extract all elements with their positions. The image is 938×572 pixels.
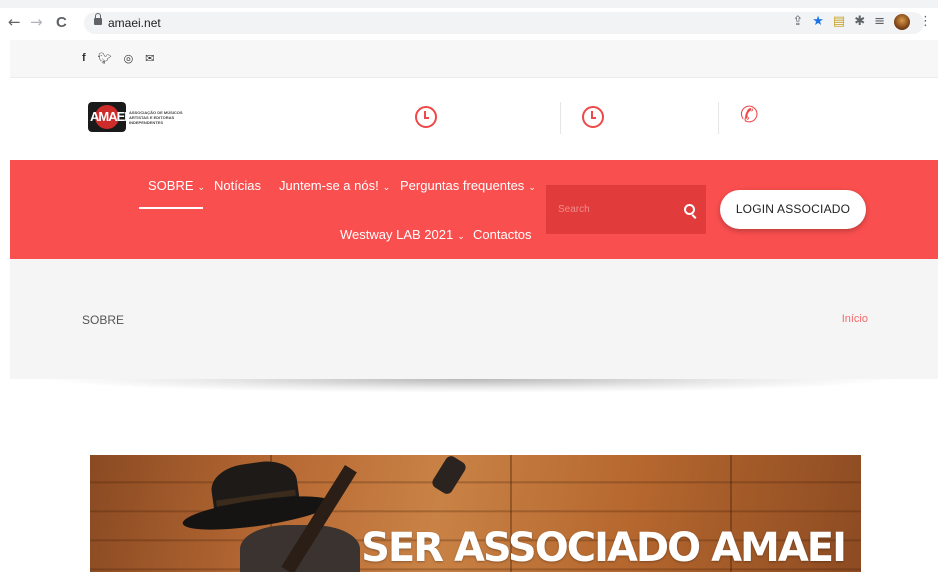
puzzle-icon[interactable]: ✱	[854, 14, 865, 30]
main-navigation: SOBRE ⌄ Notícias Juntem-se a nós! ⌄ Pergun…	[10, 160, 938, 259]
nav-item-noticias[interactable]: Notícias	[214, 178, 261, 193]
bookmark-star-icon[interactable]: ★	[812, 14, 824, 30]
chevron-down-icon: ⌄	[457, 232, 465, 242]
banjo-headstock	[430, 455, 468, 497]
forward-icon[interactable]: →	[30, 15, 43, 30]
browser-toolbar: ← → C amaei.net ⇪ ★ ▤ ✱ ≡ ⋮	[0, 0, 938, 38]
banner-title: SER ASSOCIADO AMAEI	[361, 525, 847, 571]
lock-icon[interactable]	[94, 13, 102, 25]
twitter-icon[interactable]: 🐦︎	[98, 52, 112, 65]
profile-avatar[interactable]	[894, 14, 910, 30]
nav-item-contactos[interactable]: Contactos	[473, 227, 532, 242]
facebook-icon[interactable]: f	[82, 52, 86, 65]
nav-item-sobre[interactable]: SOBRE ⌄	[148, 178, 205, 193]
share-icon[interactable]: ⇪	[792, 14, 803, 30]
chevron-down-icon: ⌄	[382, 183, 391, 193]
logo-text: AMAEI	[90, 109, 128, 124]
breadcrumb-home-link[interactable]: Início	[842, 313, 868, 325]
logo-subtitle: ASSOCIAÇÃO DE MÚSICOS ARTISTAS E EDITORA…	[129, 109, 183, 125]
site-logo[interactable]: AMAEI ASSOCIAÇÃO DE MÚSICOS ARTISTAS E E…	[88, 102, 191, 132]
site-header: AMAEI ASSOCIAÇÃO DE MÚSICOS ARTISTAS E E…	[10, 78, 938, 160]
search-icon[interactable]	[684, 204, 695, 215]
chevron-down-icon: ⌄	[197, 183, 206, 193]
extension-ledger-icon[interactable]: ▤	[833, 14, 845, 30]
breadcrumb: SOBRE Início	[10, 259, 938, 379]
login-associado-button[interactable]: LOGIN ASSOCIADO	[720, 190, 866, 229]
tab-strip	[0, 0, 938, 8]
active-indicator	[139, 207, 203, 209]
social-bar: f 🐦︎ ◎ ✉	[10, 40, 938, 78]
section-shadow	[40, 379, 900, 393]
reading-list-icon[interactable]: ≡	[874, 14, 885, 30]
search-input[interactable]: Search	[546, 185, 706, 234]
clock-icon	[582, 106, 604, 128]
phone-icon: ✆	[740, 103, 759, 128]
divider	[560, 102, 561, 134]
url-text[interactable]: amaei.net	[108, 16, 161, 30]
nav-item-juntem-se[interactable]: Juntem-se a nós! ⌄	[279, 178, 390, 193]
clock-icon	[415, 106, 437, 128]
page-title: SOBRE	[82, 313, 125, 327]
email-icon[interactable]: ✉	[145, 52, 154, 65]
nav-item-perguntas-frequentes[interactable]: Perguntas frequentes ⌄	[400, 178, 536, 193]
extension-tray: ⇪ ★ ▤ ✱ ≡ ⋮	[792, 14, 932, 30]
chevron-down-icon: ⌄	[528, 183, 536, 193]
menu-icon[interactable]: ⋮	[919, 14, 932, 30]
search-placeholder: Search	[558, 204, 590, 215]
back-icon[interactable]: ←	[8, 15, 21, 30]
nav-item-westway-lab[interactable]: Westway LAB 2021 ⌄	[340, 227, 465, 242]
hero-banner: SER ASSOCIADO AMAEI	[90, 455, 861, 572]
divider	[718, 102, 719, 134]
instagram-icon[interactable]: ◎	[124, 52, 134, 65]
reload-icon[interactable]: C	[56, 15, 67, 30]
logo-mark: AMAEI	[88, 102, 128, 132]
